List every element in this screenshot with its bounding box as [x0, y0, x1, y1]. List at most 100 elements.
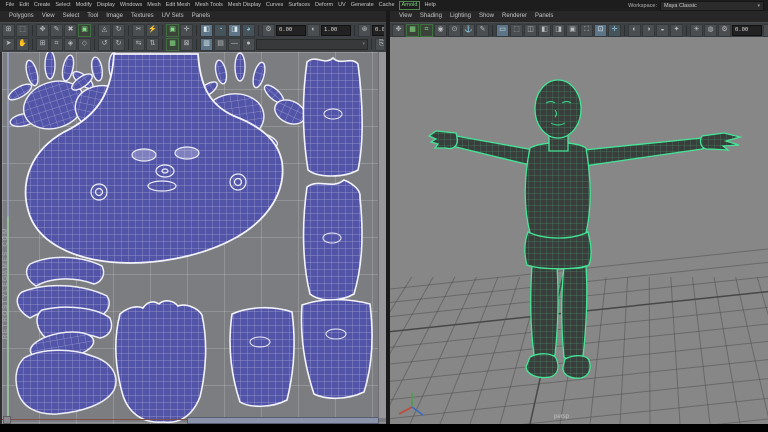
gamma-field[interactable]: 1.00 [321, 25, 351, 36]
snap-grid-icon[interactable]: ▦ [406, 24, 419, 37]
menu-cache[interactable]: Cache [376, 0, 397, 11]
vp-menu-renderer[interactable]: Renderer [498, 11, 531, 22]
uv-menu-uv-sets[interactable]: UV Sets [158, 11, 188, 22]
uv-shell-pant-left[interactable] [229, 306, 295, 408]
uv-menu-polygons[interactable]: Polygons [5, 11, 38, 22]
delete-uv-icon[interactable]: ✖ [64, 24, 77, 37]
uv-menu-image[interactable]: Image [102, 11, 127, 22]
textured-mode-icon[interactable]: ◒ [656, 24, 669, 37]
grid-snap-icon[interactable]: ⊞ [36, 38, 49, 51]
pencil-icon[interactable]: ✎ [476, 24, 489, 37]
soft-select-field[interactable]: 0.000 [372, 25, 384, 36]
rotate-uv-icon[interactable]: ↻ [112, 24, 125, 37]
sew-uv-icon[interactable]: ⚡ [146, 24, 159, 37]
menu-edit[interactable]: Edit [17, 0, 31, 11]
flip-u-icon[interactable]: ⇆ [132, 38, 145, 51]
flip-v-icon[interactable]: ⇅ [146, 38, 159, 51]
baked-texture-icon[interactable]: — [228, 38, 241, 51]
view-grid-icon[interactable]: ▤ [214, 38, 227, 51]
move-uv-icon[interactable]: ✥ [36, 24, 49, 37]
viewport-exposure-field[interactable]: 0.00 [732, 25, 762, 36]
image-plane-icon[interactable]: ◫ [524, 24, 537, 37]
menu-help[interactable]: Help [422, 0, 438, 11]
menu-edit-mesh[interactable]: Edit Mesh [163, 0, 192, 11]
symmetrize-uv-icon[interactable]: ▣ [78, 24, 91, 37]
snap-curve-icon[interactable]: ⌗ [420, 24, 433, 37]
menu-curves[interactable]: Curves [263, 0, 285, 11]
workspace-dropdown[interactable]: Maya Classic ▾ [660, 0, 764, 11]
menu-arnold[interactable]: Arnold [399, 1, 420, 10]
vp-menu-view[interactable]: View [395, 11, 416, 22]
gate-mask-icon[interactable]: ⛶ [580, 24, 593, 37]
menu-windows[interactable]: Windows [117, 0, 144, 11]
menu-mesh-display[interactable]: Mesh Display [225, 0, 263, 11]
flip-uv-icon[interactable]: ◬ [98, 24, 111, 37]
isolate-select-icon[interactable]: ⊛ [358, 24, 371, 37]
field-chart-icon[interactable]: ⊡ [594, 24, 607, 37]
menu-generate[interactable]: Generate [348, 0, 376, 11]
character-mesh[interactable] [390, 37, 768, 424]
contrast-icon[interactable]: ◖ [763, 24, 768, 37]
gamma-icon[interactable]: ◐ [307, 24, 320, 37]
checker-map-icon[interactable]: ◧ [200, 24, 213, 37]
menu-mesh[interactable]: Mesh [145, 0, 163, 11]
shadows-icon[interactable]: ☀ [690, 24, 703, 37]
vp-menu-show[interactable]: Show [475, 11, 498, 22]
menu-deform[interactable]: Deform [313, 0, 336, 11]
menu-select[interactable]: Select [53, 0, 73, 11]
grid-display-icon[interactable]: ◧ [538, 24, 551, 37]
display-rgb-icon[interactable]: ● [242, 38, 255, 51]
snap-point-icon[interactable]: ◉ [434, 24, 447, 37]
uv-horizontal-scrollbar[interactable] [187, 417, 379, 424]
vp-menu-lighting[interactable]: Lighting [446, 11, 475, 22]
texture-channel-dropdown[interactable] [256, 39, 368, 50]
shell-border-icon[interactable]: ⊠ [180, 38, 193, 51]
edge-select-icon[interactable]: ◇ [78, 38, 91, 51]
wireframe-mode-icon[interactable]: ◐ [628, 24, 641, 37]
rotate-ccw-icon[interactable]: ↺ [98, 38, 111, 51]
menu-surfaces[interactable]: Surfaces [286, 0, 313, 11]
uv-shell-boot-parts[interactable] [15, 256, 117, 415]
cut-uv-icon[interactable]: ✂ [132, 24, 145, 37]
use-all-lights-icon[interactable]: ✦ [670, 24, 683, 37]
paint-uv-icon[interactable]: ✎ [50, 24, 63, 37]
uv-menu-select[interactable]: Select [59, 11, 84, 22]
uv-canvas[interactable]: RETROSTYLEGAMES.COM [0, 52, 386, 424]
grab-uv-icon[interactable]: ✋ [16, 38, 29, 51]
uv-menu-view[interactable]: View [38, 11, 59, 22]
menu-mesh-tools[interactable]: Mesh Tools [193, 0, 226, 11]
uv-menu-textures[interactable]: Textures [127, 11, 158, 22]
uv-menu-tool[interactable]: Tool [83, 11, 102, 22]
move-uv-shell-icon[interactable]: ⬚ [16, 24, 29, 37]
dim-image-icon[interactable]: ▥ [200, 38, 213, 51]
uv-shell-pant-right[interactable] [300, 298, 373, 400]
make-live-icon[interactable]: ⚓ [462, 24, 475, 37]
menu-modify[interactable]: Modify [73, 0, 94, 11]
copy-uv-icon[interactable]: ⎘ [375, 38, 384, 51]
uv-shell-torso[interactable] [114, 300, 207, 424]
texture-view-icon[interactable]: ◔ [214, 24, 227, 37]
vp-menu-shading[interactable]: Shading [416, 11, 446, 22]
menu-create[interactable]: Create [31, 0, 53, 11]
exposure-icon[interactable]: ⚙ [262, 24, 275, 37]
vp-menu-panels[interactable]: Panels [531, 11, 557, 22]
straighten-uv-icon[interactable]: ✛ [180, 24, 193, 37]
ambient-occlusion-icon[interactable]: ◍ [704, 24, 717, 37]
panel-divider[interactable] [386, 11, 390, 424]
shell-select-icon[interactable]: ◈ [64, 38, 77, 51]
menu-file[interactable]: File [3, 0, 17, 11]
rotate-cw-icon[interactable]: ↻ [112, 38, 125, 51]
distortion-view-icon[interactable]: ◕ [242, 24, 255, 37]
uv-menu-panels[interactable]: Panels [188, 11, 214, 22]
pick-uv-icon[interactable]: ➤ [2, 38, 15, 51]
uv-vertical-scrollbar[interactable] [378, 52, 386, 418]
pixel-snap-icon[interactable]: ⌗ [50, 38, 63, 51]
viewport-select-icon[interactable]: ✥ [392, 24, 405, 37]
menu-uv[interactable]: UV [336, 0, 349, 11]
grid-toggle-icon[interactable]: ▦ [166, 38, 179, 51]
resolution-gate-icon[interactable]: ▣ [566, 24, 579, 37]
unfold-uv-icon[interactable]: ▣ [166, 24, 179, 37]
exposure-field[interactable]: 0.00 [276, 25, 306, 36]
exposure-gear-icon[interactable]: ⚙ [718, 24, 731, 37]
menu-display[interactable]: Display [94, 0, 117, 11]
